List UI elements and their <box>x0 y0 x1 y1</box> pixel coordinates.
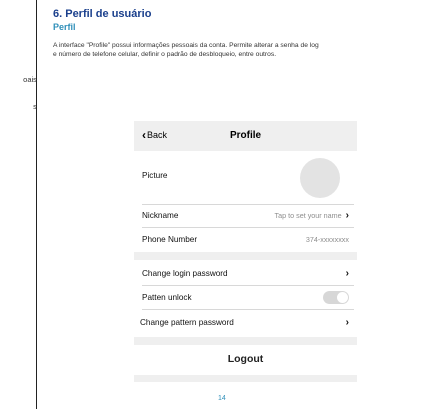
description-line-1: A interface "Profile" possui informações… <box>53 42 319 49</box>
logout-button[interactable]: Logout <box>134 353 357 365</box>
toggle-knob <box>337 292 348 303</box>
description-line-2: e número de telefone celular, definir o … <box>53 50 277 58</box>
picture-label: Picture <box>142 171 168 180</box>
avatar[interactable] <box>300 158 340 198</box>
row-divider <box>142 227 354 228</box>
left-page-fragment: oais. s. <box>0 0 36 409</box>
chevron-right-icon: › <box>345 268 349 279</box>
change-pattern-password-label: Change pattern password <box>140 318 234 327</box>
left-fragment-text-1: oais. <box>23 75 36 84</box>
row-divider <box>142 204 354 205</box>
page-divider-line <box>36 0 37 409</box>
phone-number-value: 374-xxxxxxxx <box>305 235 349 244</box>
pattern-unlock-row: Patten unlock <box>142 291 349 307</box>
change-pattern-password-row[interactable]: Change pattern password › <box>140 317 349 332</box>
section-gap <box>134 252 357 260</box>
pattern-unlock-label: Patten unlock <box>142 293 192 302</box>
bottom-gap <box>134 375 357 382</box>
page-number: 14 <box>218 395 226 402</box>
phone-number-row[interactable]: Phone Number 374-xxxxxxxx <box>142 235 349 249</box>
row-divider <box>142 285 354 286</box>
chevron-right-icon: › <box>345 317 349 328</box>
change-login-password-label: Change login password <box>142 269 228 278</box>
pattern-unlock-toggle[interactable] <box>323 291 349 304</box>
section-subtitle: Perfil <box>53 22 76 32</box>
row-divider <box>142 309 354 310</box>
chevron-right-icon: › <box>345 209 349 221</box>
section-title: 6. Perfil de usuário <box>53 8 152 20</box>
section-gap <box>134 337 357 345</box>
change-login-password-row[interactable]: Change login password › <box>142 269 349 283</box>
nickname-value: Tap to set your name › <box>274 209 349 221</box>
nickname-row[interactable]: Nickname Tap to set your name › <box>142 209 349 225</box>
nickname-label: Nickname <box>142 211 179 220</box>
section-description: A interface "Profile" possui informações… <box>53 42 425 59</box>
nickname-placeholder: Tap to set your name <box>274 211 342 220</box>
phone-number-label: Phone Number <box>142 235 198 244</box>
screen-title: Profile <box>229 130 262 141</box>
profile-screen: ‹ Back Profile Picture Nickname Tap to s… <box>134 121 357 382</box>
navigation-bar: ‹ Back Profile <box>134 121 357 151</box>
